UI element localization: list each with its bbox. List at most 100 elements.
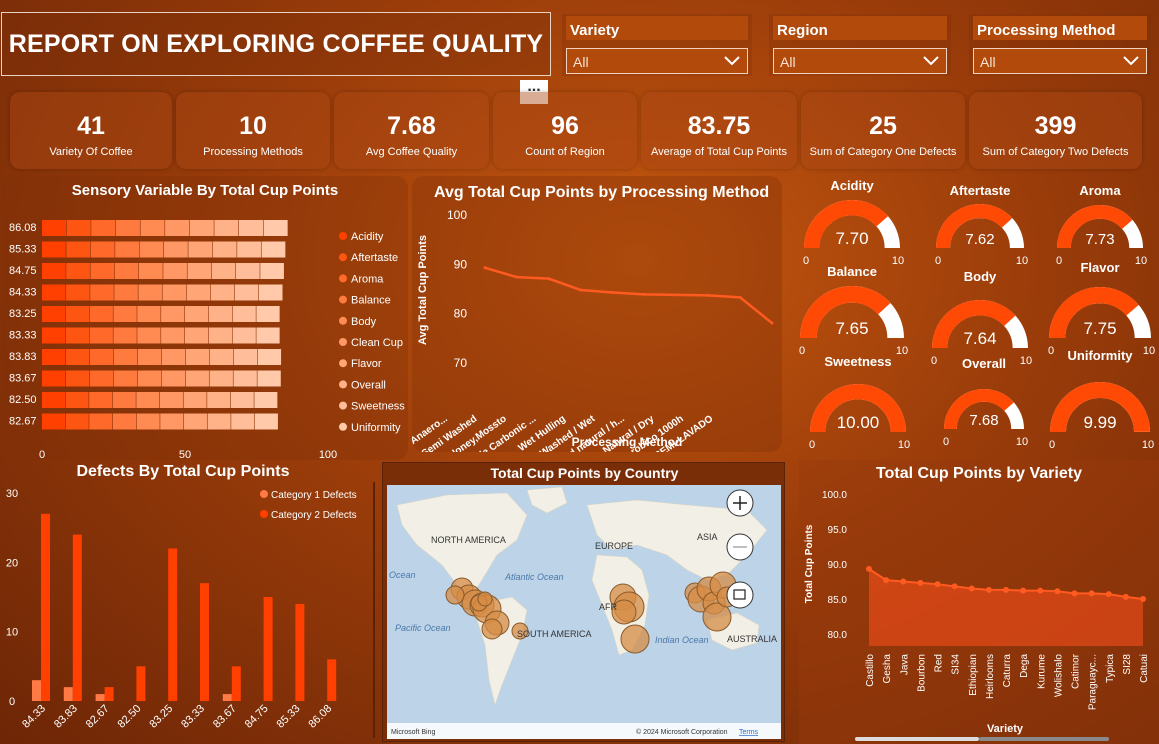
sensory-bar-segment xyxy=(263,220,288,236)
variety-y-tick: 100.0 xyxy=(822,490,847,501)
gauge-min: 0 xyxy=(803,255,809,267)
sensory-legend-item: Aroma xyxy=(351,273,384,285)
select-button[interactable] xyxy=(726,581,754,609)
sensory-bar-segment xyxy=(113,327,137,344)
variety-x-tick: Java xyxy=(899,654,910,676)
world-map[interactable]: NORTH AMERICA EUROPE ASIA Atlantic Ocean Oce… xyxy=(387,485,781,739)
sensory-legend-marker xyxy=(339,274,347,283)
map-label: AUSTRALIA xyxy=(727,634,777,644)
gauge-max: 10 xyxy=(1142,439,1154,451)
gauge-min: 0 xyxy=(1048,345,1054,357)
sensory-legend-item: Clean Cup xyxy=(351,337,403,349)
defects-legend-item: Category 2 Defects xyxy=(271,510,357,521)
chevron-down-icon xyxy=(724,56,740,66)
variety-point xyxy=(883,577,890,584)
sensory-legend-marker xyxy=(339,359,347,368)
sensory-legend-item: Overall xyxy=(351,379,386,391)
defects-y-tick: 0 xyxy=(9,696,15,708)
variety-point xyxy=(1054,588,1061,595)
line-point xyxy=(674,293,678,297)
line-point xyxy=(547,277,551,281)
sensory-bar-segment xyxy=(209,370,233,387)
map-canvas[interactable]: NORTH AMERICA EUROPE ASIA Atlantic Ocean Oce… xyxy=(387,485,781,739)
variety-point xyxy=(934,581,941,588)
gauge-min: 0 xyxy=(809,439,815,451)
slicer-region[interactable]: Region All xyxy=(769,14,951,76)
variety-point xyxy=(1122,593,1129,600)
gauge-max: 10 xyxy=(896,345,908,357)
sensory-bar-segment xyxy=(42,413,66,430)
defects-legend-item: Category 1 Defects xyxy=(271,490,357,501)
slicer-processing-label: Processing Method xyxy=(973,16,1147,40)
sensory-x-tick: 50 xyxy=(179,449,191,460)
kpi-card-cat1-defects: 25 Sum of Category One Defects xyxy=(801,92,965,169)
scrollbar-track xyxy=(979,737,1109,741)
zoom-in-button[interactable] xyxy=(726,489,754,517)
sensory-bar-segment xyxy=(214,220,239,236)
slicer-variety[interactable]: Variety All xyxy=(562,14,752,76)
map-label: SOUTH AMERICA xyxy=(517,629,592,639)
sensory-bar-segment xyxy=(258,284,283,301)
sensory-bar-segment xyxy=(184,327,209,344)
variety-point xyxy=(866,565,872,572)
gauge-value: 7.73 xyxy=(1085,231,1114,248)
sensory-bar-segment xyxy=(159,392,183,408)
variety-x-tick: Wolishalo xyxy=(1053,654,1064,698)
sensory-bar-segment xyxy=(207,392,231,408)
variety-chart-panel: Total Cup Points by Variety 100.0 95.0 90.… xyxy=(799,460,1159,744)
zoom-out-button[interactable] xyxy=(726,533,754,561)
bing-logo: Microsoft Bing xyxy=(391,729,435,736)
line-point xyxy=(579,288,583,292)
sensory-bar-segment xyxy=(65,370,90,387)
defects-y-tick: 30 xyxy=(6,488,18,500)
map-label: Pacific Ocean xyxy=(395,623,451,633)
gauge-title: Aftertaste xyxy=(950,183,1011,198)
sensory-legend-marker xyxy=(339,295,347,304)
slicer-processing-method[interactable]: Processing Method All xyxy=(969,14,1151,76)
gauge-title: Body xyxy=(964,269,997,284)
sensory-bar-segment xyxy=(65,413,89,430)
variety-y-tick: 80.0 xyxy=(828,630,848,641)
defects-x-tick: 83.67 xyxy=(211,703,239,731)
line-y-tick: 70 xyxy=(454,356,468,370)
defects-bar xyxy=(32,680,41,701)
line-y-tick: 80 xyxy=(454,307,468,321)
map-terms-link[interactable]: Terms xyxy=(739,729,759,736)
sensory-bar-segment xyxy=(231,413,255,430)
line-point xyxy=(706,293,710,297)
sensory-bar-segment xyxy=(113,370,138,387)
sensory-bar-segment xyxy=(163,263,187,279)
variety-point xyxy=(1140,596,1146,602)
slicer-region-dropdown[interactable]: All xyxy=(773,48,947,74)
sensory-bar-segment xyxy=(66,241,91,258)
variety-x-tick: Gesha xyxy=(882,654,893,684)
gauge-value: 7.65 xyxy=(835,319,868,338)
defects-x-tick: 83.83 xyxy=(52,703,80,731)
slicer-processing-dropdown[interactable]: All xyxy=(973,48,1147,74)
sensory-category-label: 85.33 xyxy=(9,244,37,256)
sensory-bar-segment xyxy=(90,284,114,301)
sensory-bar-segment xyxy=(42,263,66,279)
sensory-bar-segment xyxy=(260,263,284,279)
slicer-variety-dropdown[interactable]: All xyxy=(566,48,748,74)
kpi-value: 7.68 xyxy=(387,112,436,140)
gauge-min: 0 xyxy=(943,436,949,448)
defects-bar xyxy=(63,687,73,701)
variety-area xyxy=(869,568,1143,646)
sensory-bar-segment xyxy=(113,306,137,322)
gauge-value: 10.00 xyxy=(837,413,880,432)
sensory-bar-segment xyxy=(187,263,212,279)
sensory-bar-segment xyxy=(183,392,207,408)
gauge-max: 10 xyxy=(1135,255,1147,267)
horizontal-scrollbar[interactable] xyxy=(855,737,979,741)
map-label: NORTH AMERICA xyxy=(431,535,506,545)
sensory-bar-segment xyxy=(42,327,66,344)
sensory-legend-item: Sweetness xyxy=(351,401,405,413)
defects-x-tick: 85.33 xyxy=(275,703,303,731)
kpi-card-region: 96 Count of Region xyxy=(493,92,637,169)
line-x-axis-label: Processing Method xyxy=(572,435,683,449)
sensory-bar-segment xyxy=(90,241,115,258)
sensory-legend-marker xyxy=(339,401,347,410)
sensory-bar-segment xyxy=(184,306,209,322)
sensory-bar-segment xyxy=(238,220,264,236)
